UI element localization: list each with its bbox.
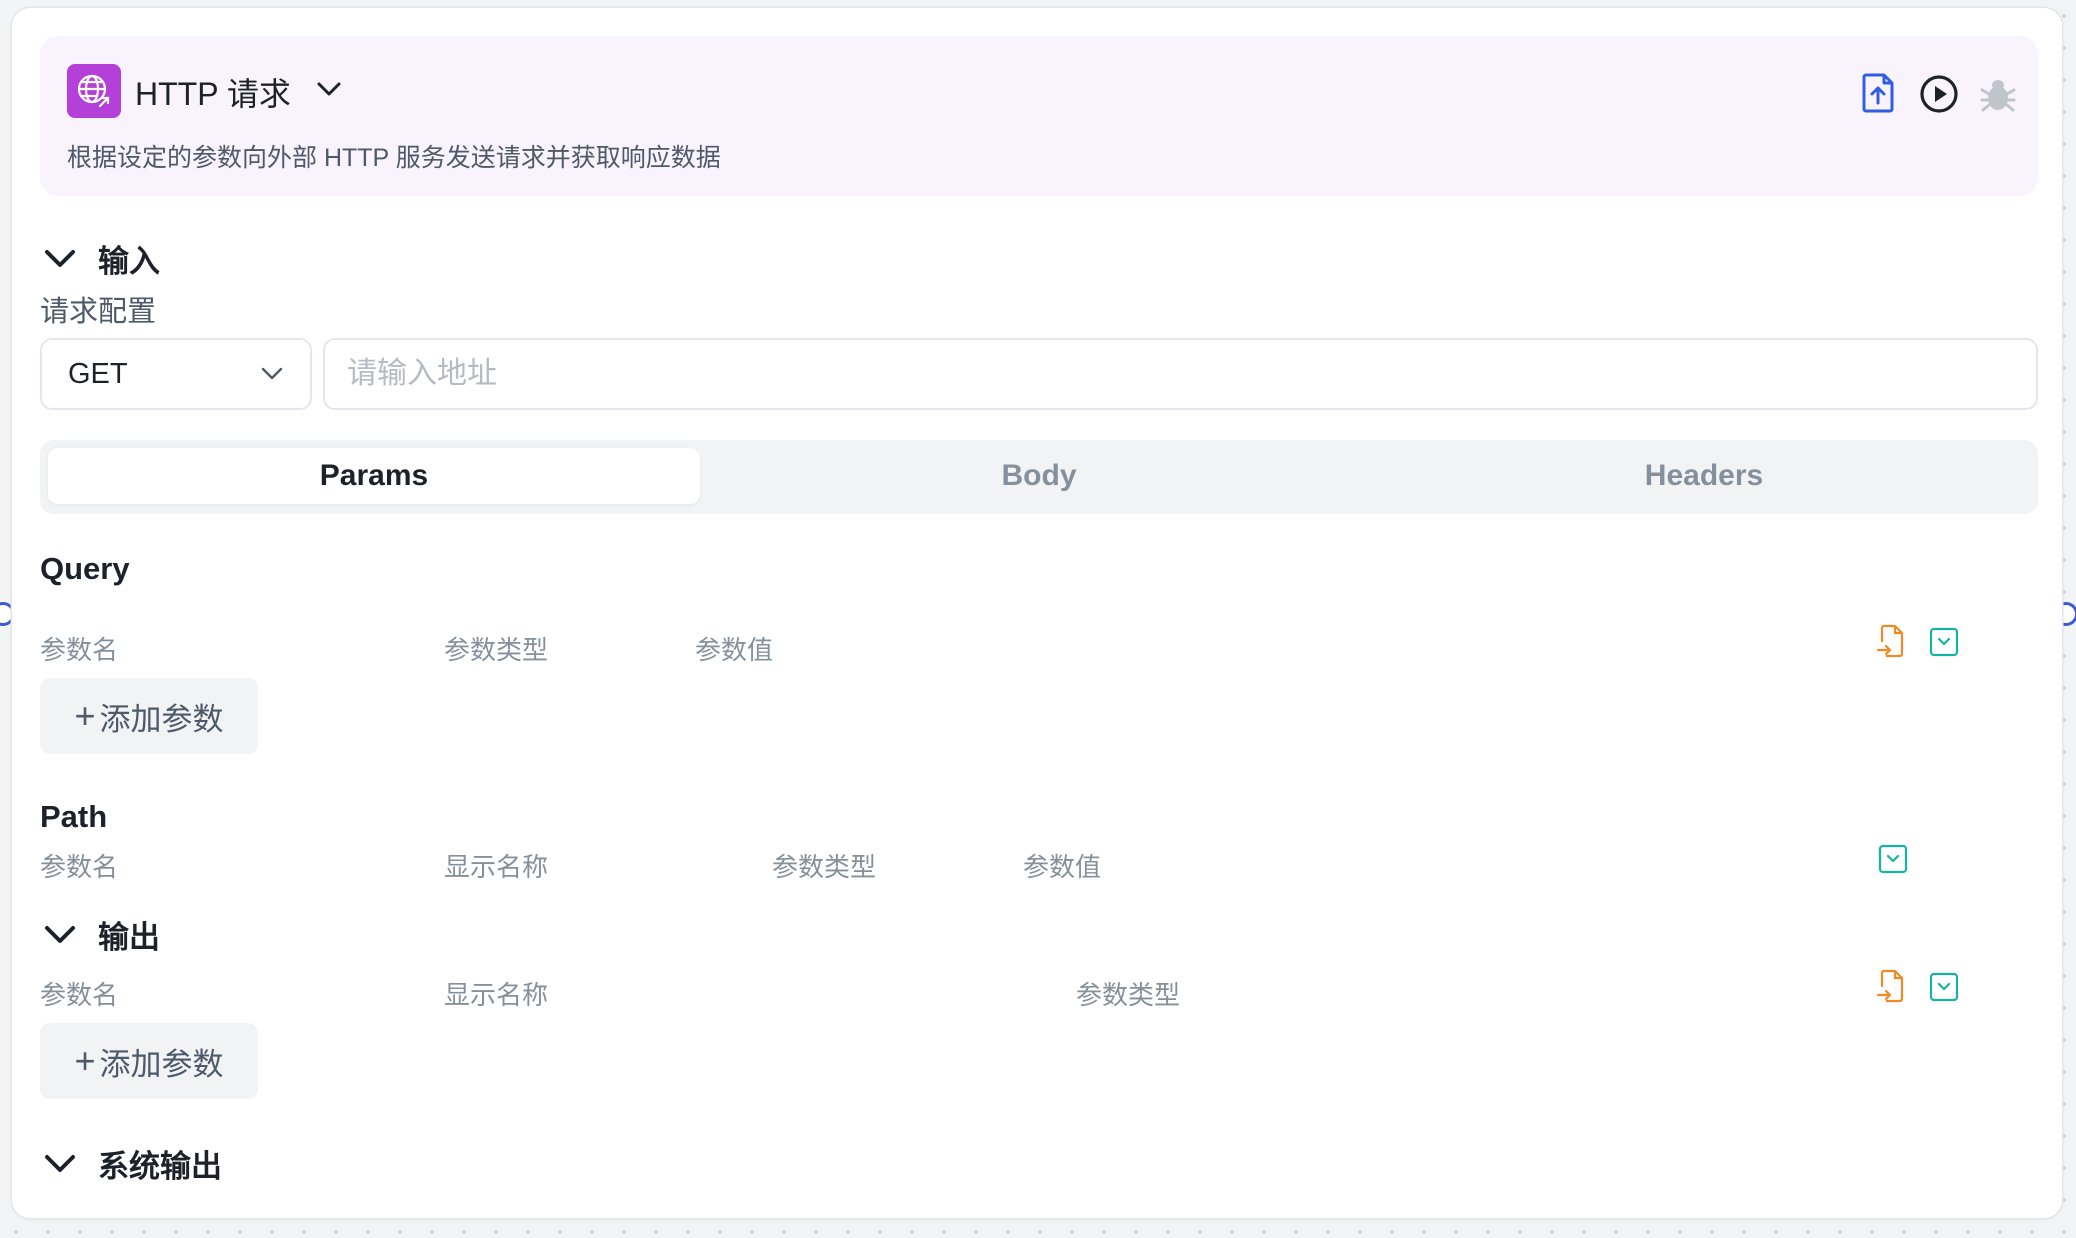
bug-icon[interactable] bbox=[1978, 76, 2018, 114]
request-tabs: Params Body Headers bbox=[40, 440, 2038, 514]
path-col-name: 参数名 bbox=[40, 852, 119, 882]
expand-box-icon[interactable] bbox=[1929, 627, 1959, 657]
query-col-type: 参数类型 bbox=[444, 635, 549, 665]
upload-file-icon[interactable] bbox=[1860, 72, 1896, 114]
query-title: Query bbox=[40, 551, 130, 586]
output-section-toggle[interactable]: 输出 bbox=[44, 912, 160, 957]
node-title: HTTP 请求 bbox=[135, 76, 291, 112]
query-add-param-button[interactable]: + 添加参数 bbox=[40, 678, 258, 754]
path-col-value: 参数值 bbox=[1023, 852, 1102, 882]
chevron-down-icon bbox=[45, 925, 75, 943]
plus-icon: + bbox=[74, 695, 96, 736]
add-param-label: 添加参数 bbox=[99, 701, 224, 737]
chevron-down-icon bbox=[45, 249, 75, 267]
request-config-label: 请求配置 bbox=[40, 296, 157, 328]
node-header: HTTP 请求 根据设定的参数向外部 HTTP 服务发送请求并获取响应数据 bbox=[40, 36, 2038, 196]
input-section-toggle[interactable]: 输入 bbox=[44, 236, 160, 281]
tab-params[interactable]: Params bbox=[48, 448, 700, 504]
output-col-name: 参数名 bbox=[40, 980, 119, 1010]
path-col-type: 参数类型 bbox=[772, 852, 877, 882]
system-output-toggle[interactable]: 系统输出 bbox=[44, 1141, 222, 1186]
query-col-value: 参数值 bbox=[695, 635, 774, 665]
chevron-down-icon bbox=[45, 1154, 75, 1172]
output-col-type: 参数类型 bbox=[1076, 980, 1181, 1010]
play-circle-icon[interactable] bbox=[1919, 74, 1959, 114]
tab-headers[interactable]: Headers bbox=[1378, 448, 2030, 504]
query-col-name: 参数名 bbox=[40, 635, 119, 665]
tab-body[interactable]: Body bbox=[713, 448, 1365, 504]
input-section-title: 输入 bbox=[98, 244, 160, 279]
chevron-down-icon bbox=[261, 367, 283, 380]
expand-box-icon[interactable] bbox=[1929, 972, 1959, 1002]
path-col-display: 显示名称 bbox=[444, 852, 549, 882]
globe-link-icon bbox=[67, 64, 121, 118]
node-description: 根据设定的参数向外部 HTTP 服务发送请求并获取响应数据 bbox=[67, 144, 721, 172]
system-output-title: 系统输出 bbox=[98, 1149, 222, 1184]
import-file-icon[interactable] bbox=[1876, 969, 1906, 1005]
url-input[interactable] bbox=[323, 338, 2038, 410]
plus-icon: + bbox=[74, 1040, 96, 1081]
output-section-title: 输出 bbox=[98, 920, 160, 955]
import-file-icon[interactable] bbox=[1876, 624, 1906, 660]
http-request-node: HTTP 请求 根据设定的参数向外部 HTTP 服务发送请求并获取响应数据 输入… bbox=[12, 8, 2062, 1218]
method-select[interactable]: GET bbox=[40, 338, 312, 410]
expand-box-icon[interactable] bbox=[1878, 844, 1908, 874]
output-col-display: 显示名称 bbox=[444, 980, 549, 1010]
add-param-label: 添加参数 bbox=[99, 1046, 224, 1082]
method-value: GET bbox=[68, 358, 128, 390]
output-add-param-button[interactable]: + 添加参数 bbox=[40, 1023, 258, 1099]
chevron-down-icon[interactable] bbox=[316, 80, 342, 98]
path-title: Path bbox=[40, 799, 108, 834]
